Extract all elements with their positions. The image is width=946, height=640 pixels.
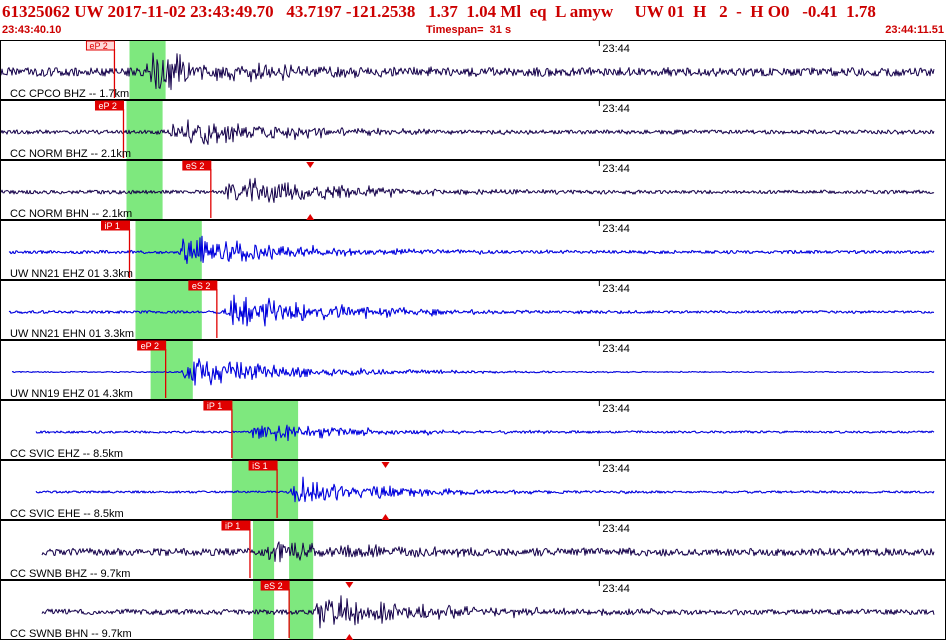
trace-panel[interactable]: eS 2 23:44 UW NN21 EHN 01 3.3km: [0, 280, 946, 340]
channel-label: CC NORM BHN -- 2.1km: [10, 208, 132, 220]
phase-pick-label: eS 2: [192, 281, 211, 291]
channel-label: UW NN19 EHZ 01 4.3km: [10, 388, 133, 400]
triangle-marker-icon: [306, 162, 315, 168]
phase-pick-label: iP 1: [207, 401, 222, 411]
event-summary-line: 61325062 UW 2017-11-02 23:43:49.70 43.71…: [2, 2, 876, 21]
trace-panel[interactable]: eP 2 23:44 CC CPCO BHZ -- 1.7km: [0, 40, 946, 100]
minute-label: 23:44: [602, 523, 630, 535]
minute-label: 23:44: [602, 283, 630, 295]
event-header: 61325062 UW 2017-11-02 23:43:49.70 43.71…: [0, 0, 946, 40]
phase-pick-label: eP 2: [141, 341, 159, 351]
triangle-marker-icon: [345, 582, 354, 588]
phase-pick-label: eS 2: [264, 581, 283, 591]
minute-label: 23:44: [602, 223, 630, 235]
trace-panel[interactable]: iP 1 23:44 CC SWNB BHZ -- 9.7km: [0, 520, 946, 580]
minute-label: 23:44: [602, 403, 630, 415]
channel-label: CC CPCO BHZ -- 1.7km: [10, 88, 129, 100]
waveform-trace: [35, 476, 935, 503]
triangle-marker-icon: [345, 634, 354, 640]
channel-label: CC NORM BHZ -- 2.1km: [10, 148, 131, 160]
trace-panel[interactable]: eS 2 23:44 CC NORM BHN -- 2.1km: [0, 160, 946, 220]
minute-label: 23:44: [602, 463, 630, 475]
triangle-marker-icon: [381, 462, 390, 468]
channel-label: CC SWNB BHZ -- 9.7km: [10, 568, 130, 580]
seismogram-panel-stack[interactable]: eP 2 23:44 CC CPCO BHZ -- 1.7km eP 2 23:44 CC…: [0, 40, 946, 640]
waveform-trace: [41, 541, 935, 563]
triangle-marker-icon: [306, 214, 315, 220]
trace-panel[interactable]: eS 2 23:44 CC SWNB BHN -- 9.7km: [0, 580, 946, 640]
pick-window-band: [253, 520, 275, 580]
trace-panel-border: [0, 460, 946, 520]
minute-label: 23:44: [602, 343, 630, 355]
trace-panel[interactable]: eP 2 23:44 CC NORM BHZ -- 2.1km: [0, 100, 946, 160]
channel-label: UW NN21 EHN 01 3.3km: [10, 328, 134, 340]
trace-panel[interactable]: iS 1 23:44 CC SVIC EHE -- 8.5km: [0, 460, 946, 520]
trace-panel[interactable]: iP 1 23:44 UW NN21 EHZ 01 3.3km: [0, 220, 946, 280]
channel-label: CC SWNB BHN -- 9.7km: [10, 628, 132, 640]
channel-label: CC SVIC EHE -- 8.5km: [10, 508, 124, 520]
minute-label: 23:44: [602, 583, 630, 595]
window-end-time: 23:44:11.51: [885, 24, 944, 36]
phase-pick-label: iP 1: [225, 521, 240, 531]
timespan-label: Timespan= 31 s: [426, 24, 512, 36]
window-start-time: 23:43:40.10: [2, 24, 62, 36]
phase-pick-label: iS 1: [252, 461, 268, 471]
phase-pick-label: eP 2: [98, 101, 116, 111]
phase-pick-label: eP 2: [89, 41, 107, 51]
waveform-trace: [11, 358, 935, 386]
minute-label: 23:44: [602, 163, 630, 175]
channel-label: UW NN21 EHZ 01 3.3km: [10, 268, 133, 280]
waveform-trace: [35, 424, 935, 442]
trace-panel[interactable]: eP 2 23:44 UW NN19 EHZ 01 4.3km: [0, 340, 946, 400]
triangle-marker-icon: [381, 514, 390, 520]
phase-pick-label: iP 1: [105, 221, 120, 231]
waveform-trace: [41, 595, 935, 629]
trace-panel[interactable]: iP 1 23:44 CC SVIC EHZ -- 8.5km: [0, 400, 946, 460]
seismogram-canvas[interactable]: eP 2 23:44CC CPCO BHZ -- 1.7kmeP 2 23:44CC…: [0, 40, 946, 640]
minute-label: 23:44: [602, 43, 630, 55]
phase-pick-label: eS 2: [186, 161, 205, 171]
minute-label: 23:44: [602, 103, 630, 115]
channel-label: CC SVIC EHZ -- 8.5km: [10, 448, 123, 460]
trace-panel-border: [0, 400, 946, 460]
